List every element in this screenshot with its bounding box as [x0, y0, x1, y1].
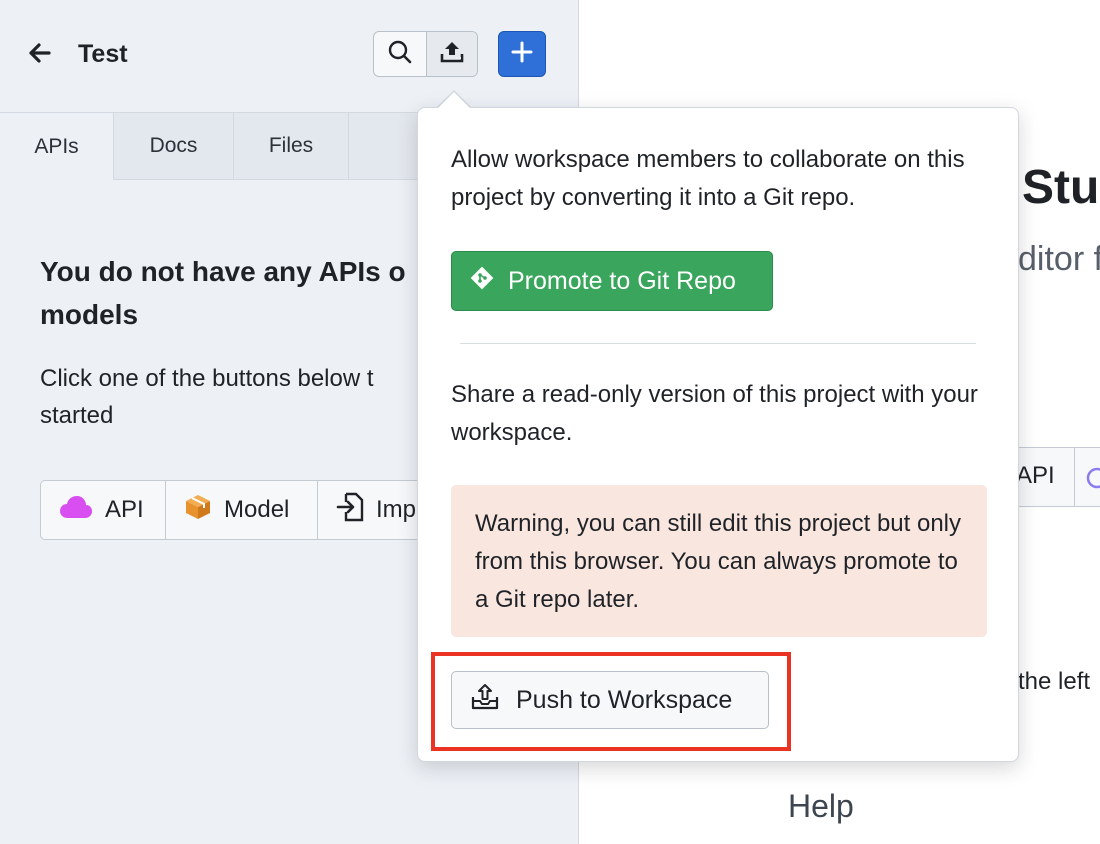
popover-divider: [460, 343, 976, 344]
cloud-icon: [59, 494, 93, 527]
git-icon: [470, 266, 494, 297]
import-icon: [336, 492, 364, 529]
highlight-annotation: [431, 652, 791, 751]
model-icon[interactable]: [1085, 466, 1100, 490]
create-api-label: API: [105, 496, 144, 523]
warning-message: Warning, you can still edit this project…: [451, 485, 987, 637]
project-title: Test: [78, 40, 128, 68]
search-button[interactable]: [374, 32, 426, 76]
main-hint-text: the left: [1018, 668, 1091, 695]
plus-icon: [511, 41, 533, 68]
toolbar-button-group: [373, 31, 478, 77]
upload-button[interactable]: [425, 32, 477, 76]
sidebar-header: Test: [0, 0, 579, 113]
import-label: Imp: [376, 496, 417, 523]
create-model-button[interactable]: Model: [166, 481, 318, 539]
git-description: Allow workspace members to collaborate o…: [451, 146, 965, 211]
tab-apis[interactable]: APIs: [0, 113, 114, 180]
main-title: Stu: [1022, 161, 1100, 214]
create-api-button[interactable]: API: [41, 481, 166, 539]
tab-files[interactable]: Files: [234, 113, 349, 180]
help-link[interactable]: Help: [788, 788, 854, 825]
main-subtitle: ditor f: [1018, 240, 1100, 278]
promote-to-git-button[interactable]: Promote to Git Repo: [451, 251, 773, 311]
arrow-left-icon[interactable]: [24, 38, 54, 68]
share-description: Share a read-only version of this projec…: [451, 381, 978, 446]
add-button[interactable]: [498, 31, 546, 77]
search-icon: [387, 39, 413, 70]
tab-docs[interactable]: Docs: [114, 113, 234, 180]
cube-icon: [184, 493, 212, 528]
upload-icon: [439, 39, 465, 70]
promote-label: Promote to Git Repo: [508, 266, 736, 295]
create-model-label: Model: [224, 496, 290, 523]
popover-arrow-fill: [437, 92, 471, 109]
main-create-api-label[interactable]: API: [1016, 462, 1055, 490]
button-divider: [1074, 448, 1075, 506]
